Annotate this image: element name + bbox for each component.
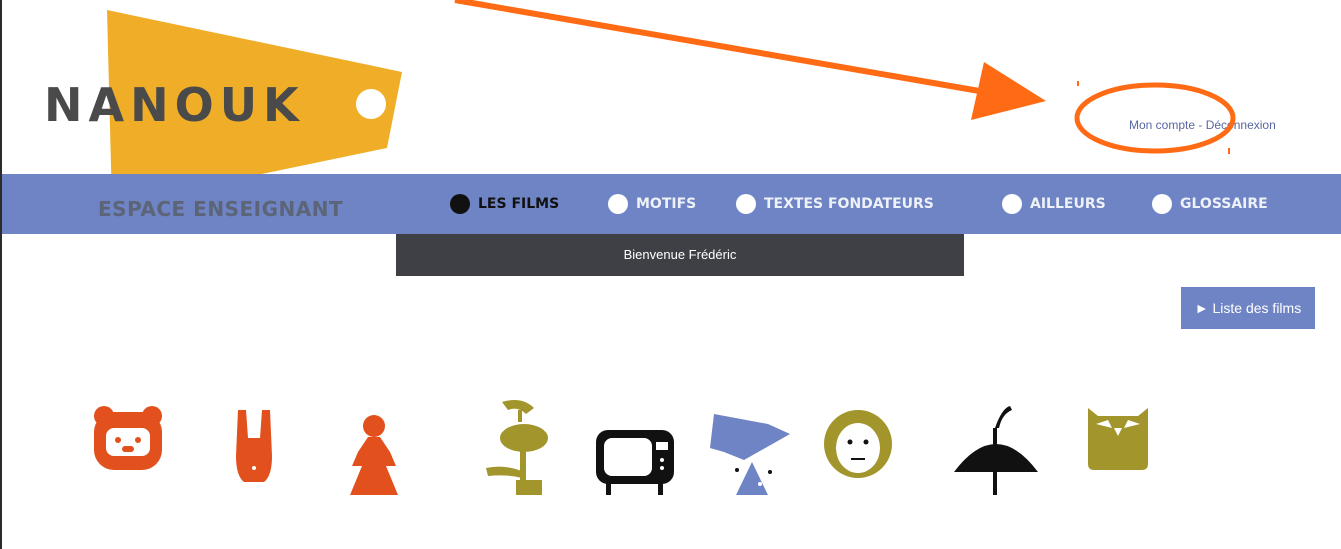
welcome-banner: Bienvenue Frédéric [396,234,964,276]
nav-item-label: TEXTES FONDATEURS [764,196,934,212]
nav-item-label: GLOSSAIRE [1180,196,1268,212]
blue-hat-figure-icon[interactable] [710,414,790,495]
user-menu-separator: - [1198,118,1203,132]
nav-item-textes-fondateurs[interactable]: TEXTES FONDATEURS [736,194,934,214]
account-link[interactable]: Mon compte [1129,118,1195,132]
girl-icon[interactable] [350,415,398,495]
nav-item-ailleurs[interactable]: AILLEURS [1002,194,1106,214]
web-page: NANOUK Mon compte - Déconnexion ESPACE E… [2,0,1341,500]
logo-dot-icon [356,89,386,119]
bullet-icon [608,194,628,214]
rabbit-icon[interactable] [236,410,272,482]
film-icons-row [94,400,1148,495]
bullet-icon [1152,194,1172,214]
film-list-button[interactable]: ► Liste des films [1181,287,1315,329]
bear-face-icon[interactable] [94,406,162,470]
bullet-icon [450,194,470,214]
site-logo[interactable]: NANOUK [44,78,305,132]
user-menu: Mon compte - Déconnexion [1129,118,1276,132]
bullet-icon [736,194,756,214]
nav-item-glossaire[interactable]: GLOSSAIRE [1152,194,1268,214]
umbrella-icon[interactable] [954,406,1038,495]
nav-item-label: MOTIFS [636,196,697,212]
television-icon[interactable] [596,430,674,495]
nav-item-label: AILLEURS [1030,196,1106,212]
owl-icon[interactable] [1088,408,1148,470]
logout-link[interactable]: Déconnexion [1206,118,1276,132]
nav-item-label: LES FILMS [478,196,560,212]
bullet-icon [1002,194,1022,214]
nav-item-motifs[interactable]: MOTIFS [608,194,696,214]
nav-item-les-films[interactable]: LES FILMS [450,194,559,214]
plant-figure-icon[interactable] [486,400,548,495]
face-icon[interactable] [824,410,892,478]
section-title: ESPACE ENSEIGNANT [98,197,344,221]
